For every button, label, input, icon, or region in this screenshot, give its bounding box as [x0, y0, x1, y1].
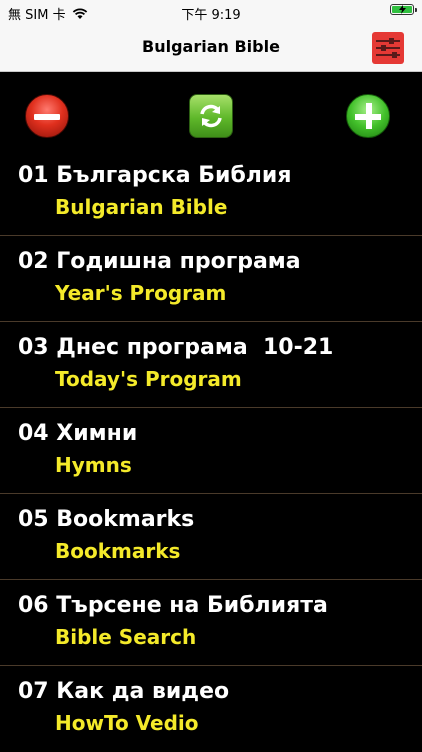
list-item[interactable]: 06 Търсене на Библията Bible Search — [0, 580, 422, 666]
refresh-icon — [200, 104, 222, 128]
item-subtitle: Today's Program — [55, 367, 242, 391]
item-title: 05 Bookmarks — [18, 507, 195, 532]
item-title: 02 Годишна програма — [18, 249, 301, 274]
item-title: 04 Химни — [18, 421, 138, 446]
status-time: 下午 9:19 — [181, 8, 241, 23]
settings-sliders-icon — [372, 32, 404, 64]
remove-button[interactable] — [25, 94, 69, 138]
item-subtitle: Bible Search — [55, 625, 197, 649]
navigation-bar: Bulgarian Bible — [0, 24, 422, 72]
item-title: 07 Как да видео — [18, 679, 230, 704]
nav-title: Bulgarian Bible — [142, 37, 280, 56]
status-right — [390, 4, 417, 15]
battery-charging-icon — [390, 4, 417, 15]
list-item[interactable]: 01 Българска Библия Bulgarian Bible — [0, 150, 422, 236]
item-subtitle: Bulgarian Bible — [55, 195, 228, 219]
item-subtitle: HowTo Vedio — [55, 711, 199, 735]
list-item[interactable]: 02 Годишна програма Year's Program — [0, 236, 422, 322]
item-title: 03 Днес програма 10-21 — [18, 335, 334, 360]
status-bar: 無 SIM 卡 下午 9:19 — [0, 0, 422, 24]
list-item[interactable]: 04 Химни Hymns — [0, 408, 422, 494]
settings-button[interactable] — [372, 32, 404, 64]
add-button[interactable] — [346, 94, 390, 138]
item-subtitle: Hymns — [55, 453, 132, 477]
list-item[interactable]: 05 Bookmarks Bookmarks — [0, 494, 422, 580]
refresh-button[interactable] — [189, 94, 233, 138]
list-item[interactable]: 03 Днес програма 10-21 Today's Program — [0, 322, 422, 408]
item-subtitle: Year's Program — [55, 281, 227, 305]
item-title: 01 Българска Библия — [18, 163, 292, 188]
toolbar — [0, 72, 422, 150]
item-subtitle: Bookmarks — [55, 539, 181, 563]
menu-list: 01 Българска Библия Bulgarian Bible 02 Г… — [0, 150, 422, 752]
list-item[interactable]: 07 Как да видео HowTo Vedio — [0, 666, 422, 752]
item-title: 06 Търсене на Библията — [18, 593, 328, 618]
